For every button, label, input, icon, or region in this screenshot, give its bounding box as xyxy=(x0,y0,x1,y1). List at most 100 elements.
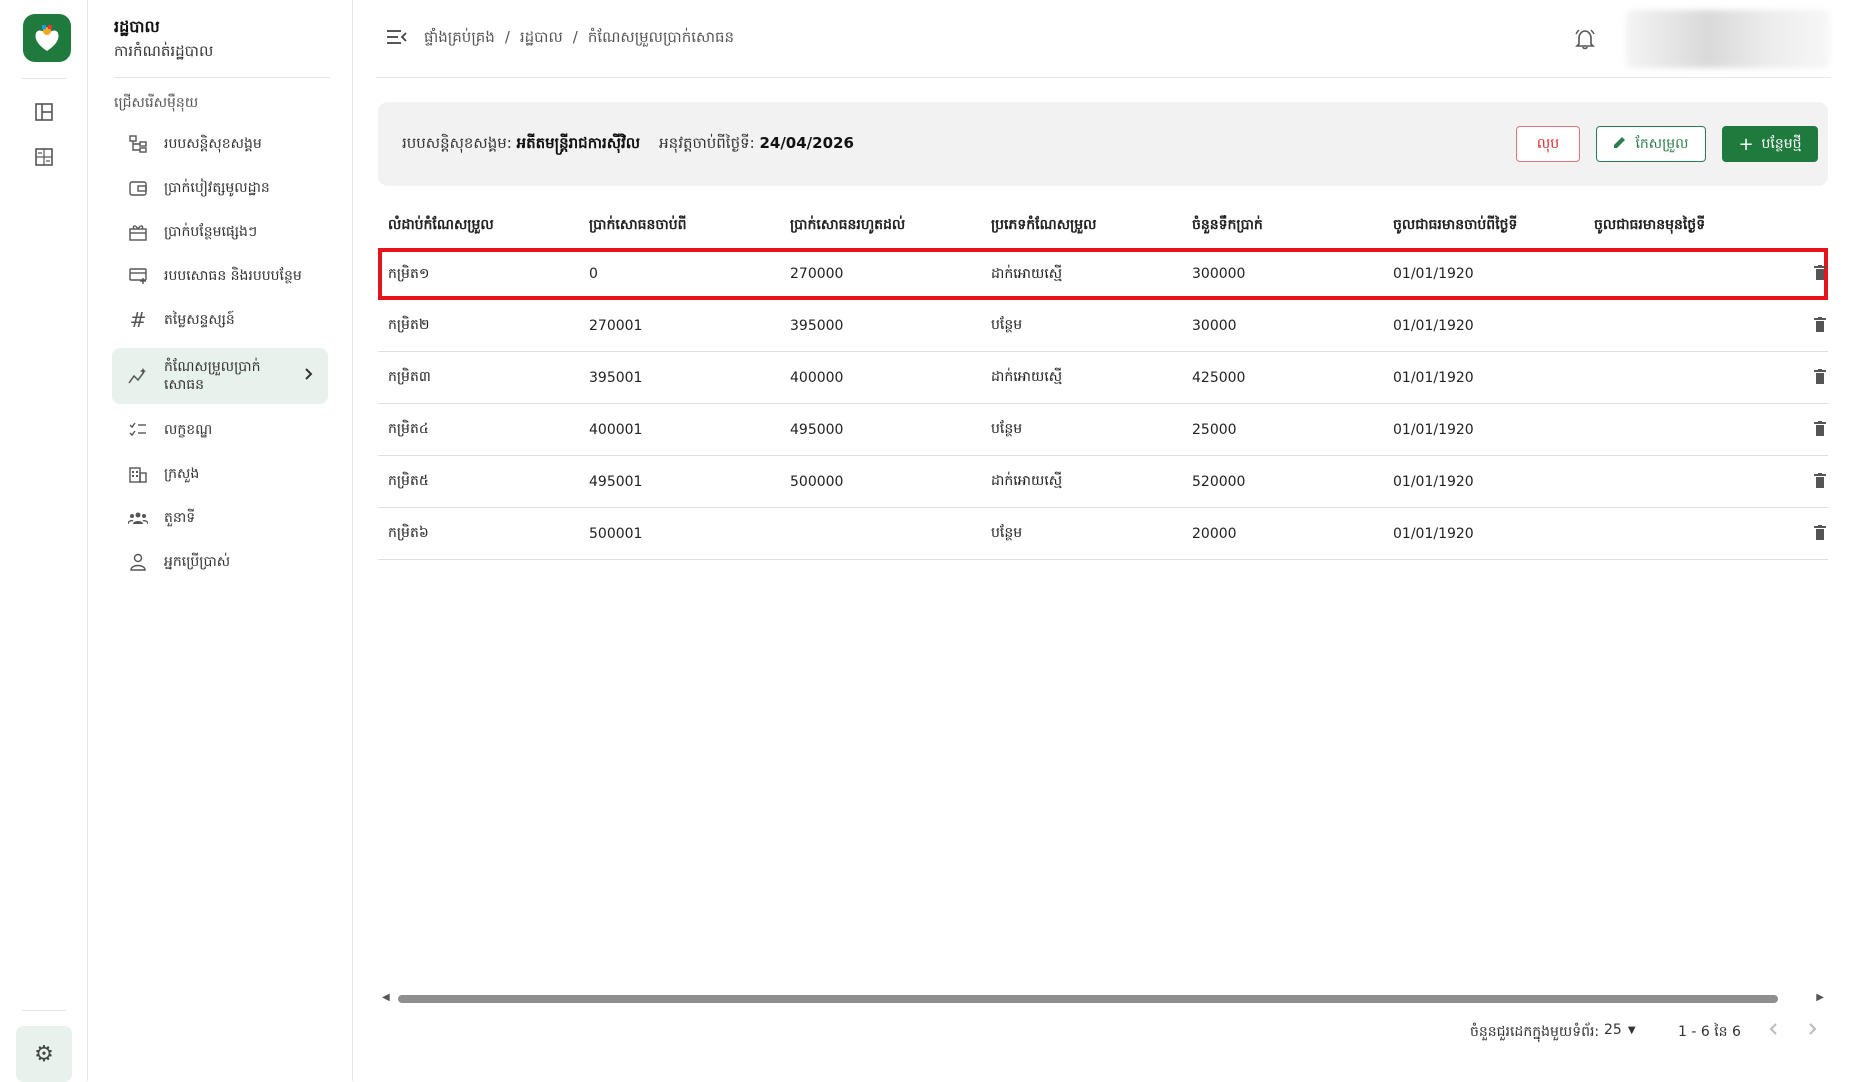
cell-level: កម្រិត៦ xyxy=(388,525,429,541)
sidebar-title: រដ្ឋបាល xyxy=(114,17,160,36)
sidebar-item-label: ក្រសួង xyxy=(164,466,200,482)
cell-to: 500000 xyxy=(790,473,844,490)
scroll-left-arrow-icon[interactable]: ◀ xyxy=(382,992,390,1003)
breadcrumb-separator: / xyxy=(572,28,578,46)
add-button[interactable]: + បន្ថែមថ្មី xyxy=(1722,126,1818,162)
trash-icon[interactable] xyxy=(1814,265,1826,285)
sidebar-item-users[interactable]: អ្នកប្រើប្រាស់ xyxy=(112,542,328,582)
pencil-icon xyxy=(1613,135,1627,153)
trash-icon[interactable] xyxy=(1814,369,1826,389)
trash-icon[interactable] xyxy=(1814,421,1826,441)
cell-type: បន្ថែម xyxy=(991,421,1023,437)
cell-type: ដាក់អោយស្មើ xyxy=(991,473,1063,489)
gift-icon xyxy=(126,220,150,244)
cell-effective-from: 01/01/1920 xyxy=(1393,421,1474,438)
calculator-icon[interactable] xyxy=(32,145,56,169)
settings-button[interactable]: ⚙ xyxy=(16,1026,72,1082)
breadcrumb-dashboard[interactable]: ផ្ទាំងគ្រប់គ្រង xyxy=(424,28,495,50)
gear-icon: ⚙ xyxy=(34,1041,54,1067)
cell-amount: 300000 xyxy=(1192,266,1246,282)
chevron-left-icon[interactable] xyxy=(1768,1022,1778,1040)
wallet-icon xyxy=(126,176,150,200)
sidebar-item-label: របបសោធន និងរបបបន្ថែម xyxy=(164,268,302,284)
sidebar-item-allowances[interactable]: ប្រាក់បន្ថែមផ្សេងៗ xyxy=(112,212,328,252)
sidebar-item-label: កំណែសម្រួលប្រាក់សោធន xyxy=(164,359,261,393)
cell-type: បន្ថែម xyxy=(991,525,1023,541)
cell-to: 395000 xyxy=(790,317,844,334)
column-header: ប្រាក់សោធនចាប់ពី xyxy=(589,216,687,233)
plus-icon: + xyxy=(1738,133,1754,155)
sidebar-item-index-value[interactable]: # តម្លៃសន្ទស្សន៍ xyxy=(112,300,328,340)
person-icon xyxy=(126,550,150,574)
scroll-right-arrow-icon[interactable]: ▶ xyxy=(1816,992,1824,1003)
sidebar-item-label: លក្ខខណ្ឌ xyxy=(164,422,213,438)
user-profile[interactable] xyxy=(1626,10,1830,68)
table-row[interactable]: កម្រិត៣ 395001 400000 ដាក់អោយស្មើ 425000… xyxy=(378,352,1828,404)
trash-icon[interactable] xyxy=(1814,473,1826,493)
column-header: លំដាប់កំណែសម្រួល xyxy=(388,216,494,233)
trash-icon[interactable] xyxy=(1814,317,1826,337)
logo-icon xyxy=(35,25,59,51)
sidebar-item-label: តម្លៃសន្ទស្សន៍ xyxy=(164,312,235,328)
cell-level: កម្រិត៣ xyxy=(388,369,431,385)
sidebar-section-label: ជ្រើសរើសម៉ឺនុយ xyxy=(114,95,199,111)
cell-from: 395001 xyxy=(589,369,643,386)
column-header: ប្រភេទកំណែសម្រួល xyxy=(991,216,1097,233)
table-row[interactable]: កម្រិត៤ 400001 495000 បន្ថែម 25000 01/01… xyxy=(378,404,1828,456)
cell-from: 0 xyxy=(589,266,598,282)
cell-amount: 520000 xyxy=(1192,473,1246,490)
sidebar-item-pension-schemes[interactable]: របបសោធន និងរបបបន្ថែម xyxy=(112,256,328,296)
sidebar-divider xyxy=(114,77,330,78)
cell-from: 270001 xyxy=(589,317,643,334)
chevron-right-icon[interactable] xyxy=(1808,1022,1818,1040)
rows-per-page-select[interactable]: 25 ▼ xyxy=(1604,1022,1636,1038)
delete-button[interactable]: លុប xyxy=(1516,126,1580,162)
edit-button[interactable]: កែសម្រួល xyxy=(1596,126,1706,162)
breadcrumb-administration[interactable]: រដ្ឋបាល xyxy=(520,28,563,50)
app-rail: ⚙ xyxy=(0,0,88,1082)
scheme-label: របបសន្តិសុខសង្គម: xyxy=(402,134,512,152)
cell-effective-from: 01/01/1920 xyxy=(1393,369,1474,386)
cell-from: 500001 xyxy=(589,525,643,542)
menu-collapse-icon[interactable] xyxy=(386,28,408,50)
table-row[interactable]: កម្រិត១ 0 270000 ដាក់អោយស្មើ 300000 01/0… xyxy=(378,248,1828,300)
rail-divider xyxy=(22,1010,66,1011)
sidebar-item-label: របបសន្តិសុខសង្គម xyxy=(164,136,262,152)
sidebar: រដ្ឋបាល ការកំណត់រដ្ឋបាល ជ្រើសរើសម៉ឺនុយ រ… xyxy=(88,0,353,1081)
sidebar-item-conditions[interactable]: លក្ខខណ្ឌ xyxy=(112,410,328,450)
sidebar-subtitle: ការកំណត់រដ្ឋបាល xyxy=(114,42,214,60)
layout-icon[interactable] xyxy=(32,100,56,124)
sidebar-item-social-security[interactable]: របបសន្តិសុខសង្គម xyxy=(112,124,328,164)
info-text: របបសន្តិសុខសង្គម: អតីតមន្ត្រីរាជការស៊ីវិ… xyxy=(402,134,854,156)
app-logo[interactable] xyxy=(23,14,71,62)
cell-to: 270000 xyxy=(790,266,844,282)
sidebar-item-roles[interactable]: តួនាទី xyxy=(112,498,328,538)
trash-icon[interactable] xyxy=(1814,525,1826,545)
horizontal-scrollbar[interactable]: ◀ ▶ xyxy=(378,990,1828,1006)
add-label: បន្ថែមថ្មី xyxy=(1761,135,1802,152)
cell-amount: 20000 xyxy=(1192,525,1237,542)
cell-type: ដាក់អោយស្មើ xyxy=(991,265,1063,282)
edit-label: កែសម្រួល xyxy=(1635,135,1689,152)
cell-effective-from: 01/01/1920 xyxy=(1393,266,1474,282)
scrollbar-thumb[interactable] xyxy=(398,995,1778,1003)
building-icon xyxy=(126,462,150,486)
breadcrumb-separator: / xyxy=(504,28,510,46)
table-row[interactable]: កម្រិត២ 270001 395000 បន្ថែម 30000 01/01… xyxy=(378,300,1828,352)
hierarchy-icon xyxy=(126,132,150,156)
scheme-value: អតីតមន្ត្រីរាជការស៊ីវិល xyxy=(516,134,641,152)
sidebar-item-ministry[interactable]: ក្រសួង xyxy=(112,454,328,494)
cell-effective-from: 01/01/1920 xyxy=(1393,525,1474,542)
table-row[interactable]: កម្រិត៦ 500001 បន្ថែម 20000 01/01/1920 xyxy=(378,508,1828,560)
column-header: ចូលជាធរមានចាប់ពីថ្ងៃទី xyxy=(1393,216,1518,233)
column-header: ចូលជាធរមានមុនថ្ងៃទី xyxy=(1594,216,1706,233)
cell-level: កម្រិត៤ xyxy=(388,421,429,437)
sidebar-item-base-salary[interactable]: ប្រាក់បៀវត្សមូលដ្ឋាន xyxy=(112,168,328,208)
table-row[interactable]: កម្រិត៥ 495001 500000 ដាក់អោយស្មើ 520000… xyxy=(378,456,1828,508)
sidebar-item-label: ប្រាក់បៀវត្សមូលដ្ឋាន xyxy=(164,180,270,196)
bell-icon[interactable] xyxy=(1574,28,1596,54)
breadcrumb-current: កំណែសម្រួលប្រាក់សោធន xyxy=(587,28,735,46)
sidebar-item-pension-adjustment[interactable]: កំណែសម្រួលប្រាក់សោធន xyxy=(112,348,328,404)
checklist-icon xyxy=(126,418,150,442)
column-header: ចំនួនទឹកប្រាក់ xyxy=(1192,216,1263,233)
